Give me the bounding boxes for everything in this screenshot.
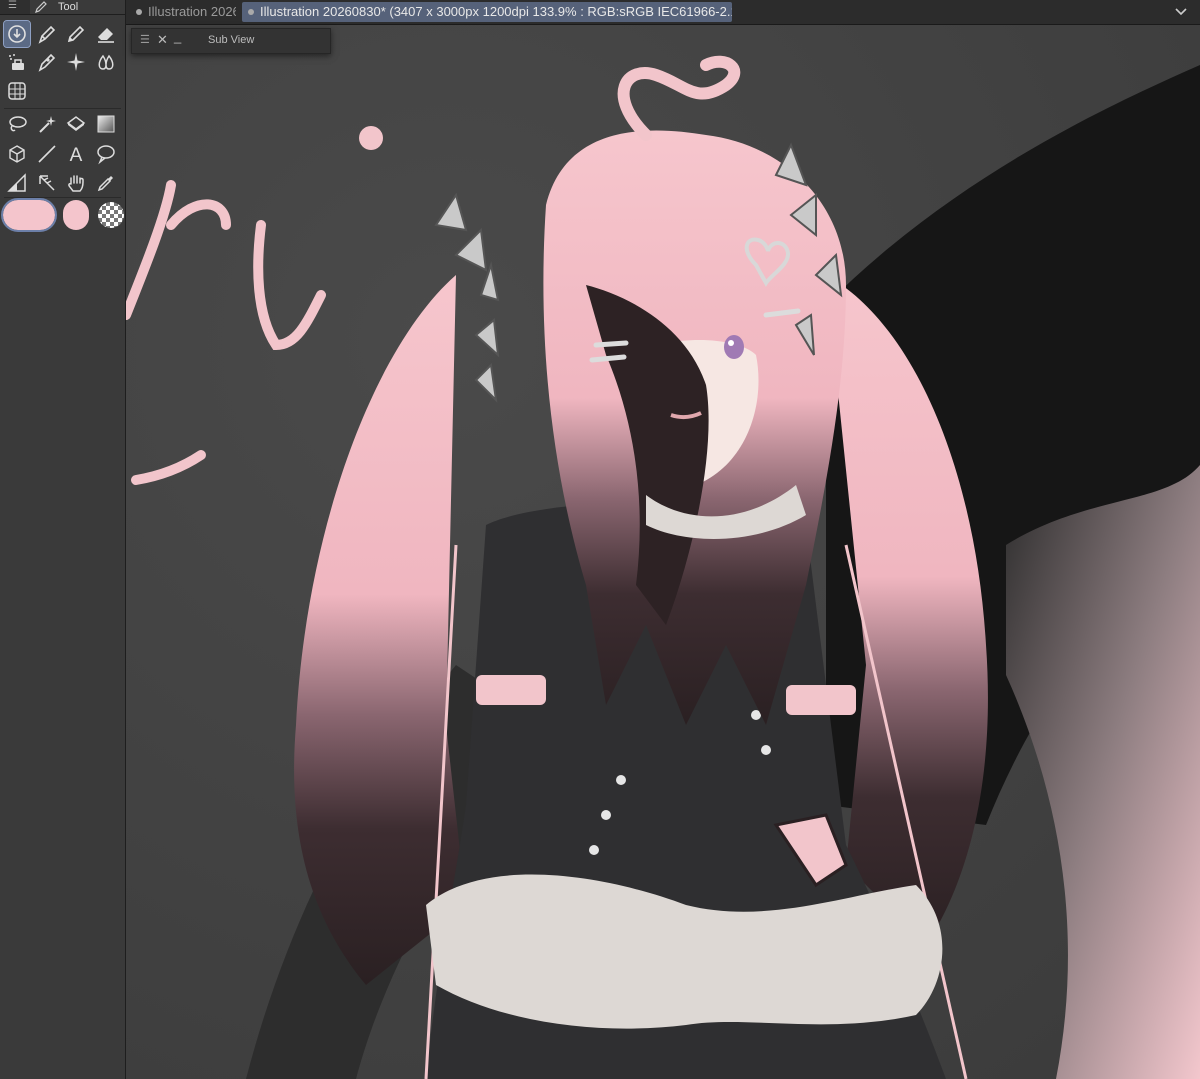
balloon-tool-icon[interactable] bbox=[93, 141, 119, 167]
document-tab-bar: Illustration 2026 Illustration 20260830*… bbox=[126, 0, 1200, 25]
tool-separator bbox=[4, 197, 121, 198]
sparkle-tool-icon[interactable] bbox=[63, 49, 89, 75]
eyedropper-tool-icon[interactable] bbox=[93, 170, 119, 196]
pen-tool-icon[interactable] bbox=[34, 21, 60, 47]
hamburger-icon[interactable]: ☰ bbox=[140, 29, 150, 51]
text-tool-icon[interactable]: A bbox=[63, 141, 89, 167]
frame-border-tool-icon[interactable] bbox=[4, 170, 30, 196]
tool-tab-label: Tool bbox=[58, 1, 79, 13]
right-cuff bbox=[786, 685, 856, 715]
main-color-swatch[interactable] bbox=[1, 198, 57, 232]
sub-view-panel: ☰ ✕ _ Sub View bbox=[131, 28, 331, 54]
hamburger-icon[interactable]: ☰ bbox=[8, 1, 17, 11]
transparent-color-swatch[interactable] bbox=[98, 202, 124, 228]
gradient-tool-icon[interactable] bbox=[93, 111, 119, 137]
eraser-tool-icon[interactable] bbox=[93, 21, 119, 47]
unsaved-dot-icon bbox=[248, 9, 254, 16]
tool-tab[interactable]: Tool bbox=[30, 0, 125, 14]
tab-label: Illustration 2026 bbox=[148, 4, 236, 19]
tab-label: Illustration 20260830* (3407 x 3000px 12… bbox=[260, 4, 732, 19]
tool-panel-header: ☰ Tool bbox=[0, 0, 125, 15]
letter-dot bbox=[359, 126, 383, 150]
lasso-tool-icon[interactable] bbox=[4, 111, 30, 137]
pen-icon bbox=[35, 1, 47, 13]
3d-figure-tool-icon[interactable] bbox=[4, 141, 30, 167]
sub-color-swatch[interactable] bbox=[63, 200, 89, 230]
illustration-artwork bbox=[126, 25, 1200, 1079]
tool-panel: ☰ Tool A bbox=[0, 0, 126, 1079]
hand-tool-icon[interactable] bbox=[63, 170, 89, 196]
sub-view-title: Sub View bbox=[208, 34, 255, 46]
airbrush-tool-icon[interactable] bbox=[4, 49, 30, 75]
unsaved-dot-icon bbox=[136, 9, 142, 16]
chevron-down-icon[interactable] bbox=[1174, 4, 1188, 18]
eye-highlight bbox=[728, 340, 734, 346]
line-tool-icon[interactable] bbox=[34, 141, 60, 167]
close-icon[interactable]: ✕ bbox=[157, 29, 168, 51]
magic-wand-tool-icon[interactable] bbox=[34, 111, 60, 137]
svg-text:A: A bbox=[70, 145, 83, 165]
perspective-ruler-tool-icon[interactable] bbox=[4, 78, 30, 104]
minimize-icon[interactable]: _ bbox=[174, 26, 181, 48]
object-select-tool-icon[interactable] bbox=[3, 20, 31, 48]
tool-separator bbox=[4, 108, 121, 109]
ruler-tool-icon[interactable] bbox=[34, 170, 60, 196]
eye bbox=[724, 335, 744, 359]
pencil-tool-icon[interactable] bbox=[63, 21, 89, 47]
fill-tool-icon[interactable] bbox=[63, 111, 89, 137]
tab-illustration-20260830[interactable]: Illustration 20260830* (3407 x 3000px 12… bbox=[242, 2, 732, 22]
drawing-canvas[interactable] bbox=[126, 25, 1200, 1079]
decorate-tool-icon[interactable] bbox=[34, 49, 60, 75]
tab-illustration-2026[interactable]: Illustration 2026 bbox=[130, 2, 236, 22]
blend-tool-icon[interactable] bbox=[93, 49, 119, 75]
left-cuff bbox=[476, 675, 546, 705]
